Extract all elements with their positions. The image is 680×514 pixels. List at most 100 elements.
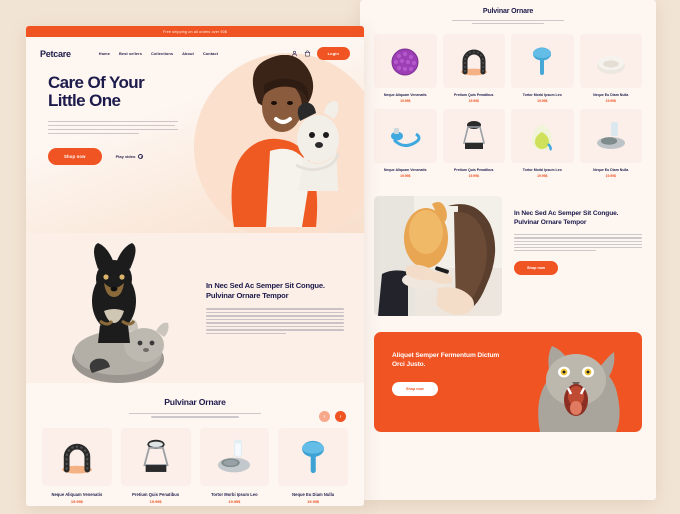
- product-name: Tortor Morbi Ipsum Leo: [522, 168, 562, 173]
- nav-item-about[interactable]: About: [182, 51, 194, 56]
- left-page-mockup: Free shipping on all orders over 50$ Pet…: [26, 26, 364, 506]
- product-card[interactable]: Tortor Morbi Ipsum Leo 19.99$: [199, 427, 270, 505]
- product-name: Neque Eu Diam Nulla: [593, 93, 629, 98]
- play-video-label: Play video: [115, 154, 136, 160]
- product-card[interactable]: Neque Eu Diam Nulla 19.99$: [579, 109, 642, 179]
- about-copy: In Nec Sed Ac Semper Sit Congue. Pulvina…: [202, 233, 364, 383]
- product-price: 19.99$: [537, 174, 548, 179]
- right-page-mockup: Pulvinar Ornare Neque Aliquam Venenatis …: [360, 0, 656, 500]
- product-price: 19.99$: [605, 99, 616, 104]
- right-product-grid: Neque Aliquam Venenatis 19.99$ Pretium Q…: [374, 34, 642, 178]
- product-card[interactable]: Neque Aliquam Venenatis 19.99$: [374, 34, 437, 103]
- product-thumbnail: [42, 427, 112, 486]
- announcement-text: Free shipping on all orders over 50$: [162, 29, 227, 34]
- dog-on-cat-image: [26, 233, 202, 383]
- cta-shop-now-button[interactable]: Shop now: [392, 382, 438, 397]
- product-card[interactable]: Tortor Morbi Ipsum Leo 19.99$: [511, 34, 574, 103]
- right-products-title: Pulvinar Ornare: [482, 8, 534, 15]
- product-thumbnail: [442, 109, 505, 164]
- main-navigation: Home Best sellers Collections About Cont…: [99, 51, 218, 56]
- grey-cat-yawning-image: [538, 346, 620, 433]
- product-name: Pretium Quis Penatibus: [454, 168, 494, 173]
- carousel-prev-button[interactable]: ‹: [319, 411, 330, 422]
- product-price: 19.99$: [605, 174, 616, 179]
- hero-title: Care Of Your Little One: [48, 73, 178, 111]
- right-products-subtitle: [452, 20, 564, 25]
- product-price: 19.99$: [400, 174, 411, 179]
- white-pet-bed-icon: [596, 56, 625, 75]
- carousel-next-button[interactable]: ›: [335, 411, 346, 422]
- product-name: Neque Eu Diam Nulla: [593, 168, 629, 173]
- product-name: Tortor Morbi Ipsum Leo: [522, 93, 562, 98]
- product-price: 19.99$: [228, 499, 241, 505]
- product-card[interactable]: Neque Eu Diam Nulla 19.99$: [579, 34, 642, 104]
- product-price: 19.99$: [537, 99, 548, 104]
- play-circle-icon: [138, 154, 144, 160]
- product-card[interactable]: Neque Aliquam Venenatis 19.99$: [374, 109, 437, 178]
- nav-item-collections[interactable]: Collections: [151, 51, 173, 56]
- nav-item-best-sellers[interactable]: Best sellers: [119, 51, 142, 56]
- water-fountain-bowl-icon: [596, 122, 625, 150]
- nav-item-contact[interactable]: Contact: [203, 51, 218, 56]
- feature-shop-now-button[interactable]: Shop now: [514, 261, 559, 276]
- user-icon[interactable]: [291, 50, 298, 57]
- product-thumbnail: [442, 34, 505, 89]
- product-card[interactable]: Neque Eu Diam Nulla 19.99$: [278, 427, 348, 505]
- hero-copy: Care Of Your Little One Shop now Play vi…: [26, 60, 178, 166]
- purple-massage-ball-icon: [391, 48, 419, 76]
- login-button[interactable]: Login: [316, 47, 350, 60]
- product-price: 19.99$: [70, 499, 83, 505]
- cta-banner: Aliquet Semper Fermentum Dictum Orci Jus…: [374, 332, 642, 433]
- grooming-cat-nails-image: [374, 196, 502, 317]
- green-water-bottle-icon: [532, 124, 553, 151]
- feature-heading: In Nec Sed Ac Semper Sit Congue. Pulvina…: [514, 210, 619, 226]
- product-card[interactable]: Pretium Quis Penatibus 19.99$: [120, 427, 191, 504]
- navbar: Petcare Home Best sellers Collections Ab…: [26, 37, 364, 60]
- product-name: Pretium Quis Penatibus: [454, 93, 494, 98]
- product-name: Neque Aliquam Venenatis: [51, 491, 103, 497]
- left-products-section: Pulvinar Ornare ‹ › Neque Aliquam Venena…: [26, 383, 364, 506]
- product-name: Pretium Quis Penatibus: [132, 491, 180, 497]
- feature-copy: In Nec Sed Ac Semper Sit Congue. Pulvina…: [514, 196, 642, 316]
- product-name: Tortor Morbi Ipsum Leo: [211, 491, 258, 497]
- product-price: 19.99$: [307, 499, 320, 505]
- product-price: 19.99$: [400, 99, 411, 104]
- play-video-button[interactable]: Play video: [115, 154, 144, 160]
- product-thumbnail: [579, 109, 642, 164]
- deshedding-brush-icon: [462, 121, 485, 150]
- about-paragraph: [206, 308, 344, 335]
- product-price: 19.99$: [468, 174, 479, 179]
- cta-heading: Aliquet Semper Fermentum Dictum Orci Jus…: [392, 352, 500, 368]
- product-name: Neque Aliquam Venenatis: [383, 168, 427, 173]
- cta-copy: Aliquet Semper Fermentum Dictum Orci Jus…: [374, 332, 509, 432]
- product-thumbnail: [120, 427, 191, 486]
- water-fountain-bowl-icon: [218, 439, 251, 473]
- product-card[interactable]: Neque Aliquam Venenatis 19.99$: [42, 427, 112, 505]
- nav-item-home[interactable]: Home: [99, 51, 110, 56]
- site-logo[interactable]: Petcare: [40, 49, 71, 59]
- about-section: In Nec Sed Ac Semper Sit Congue. Pulvina…: [26, 233, 364, 383]
- hero-title-line-2: Little One: [48, 91, 121, 111]
- product-thumbnail: [579, 34, 642, 89]
- about-heading: In Nec Sed Ac Semper Sit Congue. Pulvina…: [206, 281, 325, 300]
- product-thumbnail: [374, 109, 437, 164]
- blue-slicker-brush-icon: [302, 440, 325, 473]
- grooming-photo: [374, 196, 502, 317]
- product-row: Neque Aliquam Venenatis 19.99$ Pretium Q…: [26, 418, 364, 505]
- blue-hose-sprayer-icon: [391, 128, 421, 148]
- hero-paragraph: [48, 120, 178, 135]
- product-thumbnail: [278, 427, 348, 486]
- arch-grooming-toy-icon: [61, 443, 92, 474]
- product-card[interactable]: Tortor Morbi Ipsum Leo 19.99$: [511, 109, 574, 178]
- screenshot-stage: Pulvinar Ornare Neque Aliquam Venenatis …: [0, 0, 680, 514]
- hero-shop-now-button[interactable]: Shop now: [48, 148, 102, 166]
- announcement-bar: Free shipping on all orders over 50$: [26, 26, 364, 37]
- product-thumbnail: [511, 34, 574, 89]
- product-card[interactable]: Pretium Quis Penatibus 19.99$: [442, 109, 505, 179]
- shopping-bag-icon[interactable]: [304, 50, 311, 57]
- feature-paragraph: [514, 234, 642, 252]
- product-thumbnail: [374, 34, 437, 89]
- carousel-arrows: ‹ ›: [319, 411, 346, 422]
- product-card[interactable]: Pretium Quis Penatibus 19.99$: [442, 34, 505, 103]
- navbar-actions: Login: [291, 47, 350, 60]
